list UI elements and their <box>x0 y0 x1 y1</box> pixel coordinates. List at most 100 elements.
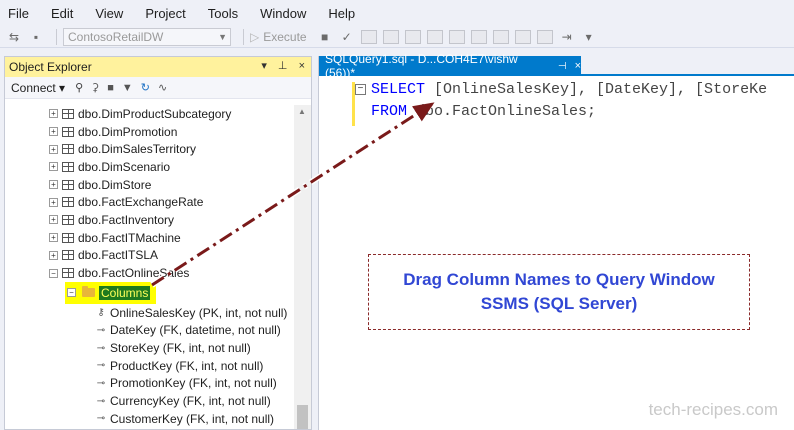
code-segment: SELECT [OnlineSalesKey], [DateKey], [Sto… <box>355 81 767 98</box>
scroll-up-icon[interactable]: ▲ <box>298 107 306 116</box>
check-icon[interactable]: ✓ <box>339 29 355 45</box>
tree-node-table[interactable]: + dbo.FactExchangeRate <box>5 193 295 211</box>
save-icon[interactable]: ▪ <box>28 29 44 45</box>
table-label: dbo.DimScenario <box>78 159 171 174</box>
tree-scrollbar[interactable]: ▲ <box>294 105 311 429</box>
table-icon <box>62 232 74 243</box>
connect-button[interactable]: Connect ▾ <box>11 81 65 95</box>
activity-monitor-icon[interactable]: ∿ <box>158 81 167 94</box>
scrollbar-thumb[interactable] <box>297 405 308 429</box>
stop-icon[interactable]: ■ <box>107 82 114 94</box>
collapse-icon[interactable]: − <box>355 83 366 95</box>
tab-sqlquery1[interactable]: SQLQuery1.sql - D...COH4E7\vishw (56))* … <box>319 52 581 80</box>
foreign-key-icon: ⊸ <box>96 413 106 425</box>
tree-node-table[interactable]: + dbo.FactInventory <box>5 211 295 229</box>
stop-icon[interactable]: ■ <box>317 29 333 45</box>
expand-icon[interactable]: + <box>49 144 58 154</box>
table-icon <box>62 214 74 225</box>
expand-icon[interactable]: + <box>49 215 58 225</box>
highlight: − Columns <box>65 281 157 304</box>
include-plan-icon[interactable] <box>426 29 443 44</box>
tree-node-table[interactable]: + dbo.FactITMachine <box>5 229 295 247</box>
query-window: SQLQuery1.sql - D...COH4E7\vishw (56))* … <box>318 52 794 430</box>
tree-node-columns-folder[interactable]: − Columns <box>5 281 295 304</box>
menu-tools[interactable]: Tools <box>208 6 238 21</box>
expand-icon[interactable]: + <box>49 127 58 137</box>
menu-file[interactable]: File <box>8 6 29 21</box>
tree-node-column[interactable]: ⚷ OnlineSalesKey (PK, int, not null) <box>5 304 295 322</box>
table-label: dbo.FactITSLA <box>78 248 159 263</box>
table-label: dbo.FactInventory <box>78 212 175 227</box>
pin-icon[interactable]: ⊥ <box>278 60 288 72</box>
tree-node-column[interactable]: ⊸ DateKey (FK, datetime, not null) <box>5 322 295 340</box>
table-icon <box>62 250 74 261</box>
connect-label: Connect <box>11 80 56 95</box>
menu-view[interactable]: View <box>95 6 123 21</box>
expand-icon[interactable]: + <box>49 197 58 207</box>
tree-node-column[interactable]: ⊸ CustomerKey (FK, int, not null) <box>5 410 295 428</box>
tree-node-column[interactable]: ⊸ CurrencyKey (FK, int, not null) <box>5 392 295 410</box>
column-label: StoreKey (FK, int, not null) <box>110 341 251 356</box>
column-label: PromotionKey (FK, int, not null) <box>110 376 277 391</box>
execute-button[interactable]: ▷ Execute <box>250 30 307 44</box>
menu-window[interactable]: Window <box>260 6 306 21</box>
menu-project[interactable]: Project <box>145 6 185 21</box>
table-icon <box>62 179 74 190</box>
collapse-icon[interactable]: − <box>49 268 58 278</box>
pin-icon[interactable]: ⊣ <box>558 61 567 72</box>
database-select[interactable]: ContosoRetailDW ▼ <box>63 27 231 46</box>
filter-icon[interactable]: ▼ <box>122 82 133 94</box>
connect-db-icon[interactable]: ⇆ <box>6 29 22 45</box>
toolbar-overflow-icon[interactable]: ▾ <box>581 29 597 45</box>
results-text-icon[interactable] <box>470 29 487 44</box>
results-file-icon[interactable] <box>492 29 509 44</box>
table-icon <box>62 268 74 279</box>
expand-icon[interactable]: + <box>49 162 58 172</box>
refresh-icon[interactable]: ↻ <box>141 81 150 94</box>
tree-node-table[interactable]: + dbo.DimProductSubcategory <box>5 105 295 123</box>
tree-node-table[interactable]: − dbo.FactOnlineSales <box>5 264 295 282</box>
watermark: tech-recipes.com <box>648 400 778 419</box>
connect-icon[interactable]: ⚲ <box>75 81 83 94</box>
tree-node-table[interactable]: + dbo.DimScenario <box>5 158 295 176</box>
folder-icon <box>82 286 95 298</box>
foreign-key-icon: ⊸ <box>96 324 106 336</box>
column-label: ProductKey (FK, int, not null) <box>110 358 264 373</box>
table-label: dbo.FactITMachine <box>78 230 181 245</box>
tree-node-column[interactable]: ⊸ ProductKey (FK, int, not null) <box>5 357 295 375</box>
callout-line-1: Drag Column Names to Query Window <box>403 270 715 289</box>
expand-icon[interactable]: + <box>49 233 58 243</box>
table-label: dbo.FactOnlineSales <box>78 266 190 281</box>
tree-node-table[interactable]: + dbo.FactITSLA <box>5 247 295 265</box>
specify-values-icon[interactable]: ⇥ <box>559 29 575 45</box>
foreign-key-icon: ⊸ <box>96 360 106 372</box>
display-plan-icon[interactable] <box>360 29 377 44</box>
dropdown-icon[interactable]: ▾ <box>261 60 267 72</box>
intellisense-icon[interactable] <box>404 29 421 44</box>
tree-node-column[interactable]: ⊸ StoreKey (FK, int, not null) <box>5 339 295 357</box>
comment-icon[interactable] <box>514 29 531 44</box>
tree-node-table[interactable]: + dbo.DimStore <box>5 176 295 194</box>
expand-icon[interactable]: + <box>49 180 58 190</box>
object-explorer-toolbar: Connect ▾ ⚲ ⚳ ■ ▼ ↻ ∿ <box>5 77 311 99</box>
foreign-key-icon: ⊸ <box>96 377 106 389</box>
foreign-key-icon: ⊸ <box>96 342 106 354</box>
tree-node-table[interactable]: + dbo.DimSalesTerritory <box>5 140 295 158</box>
disconnect-icon[interactable]: ⚳ <box>91 81 99 94</box>
column-label: CustomerKey (FK, int, not null) <box>110 411 275 426</box>
table-label: dbo.DimStore <box>78 177 152 192</box>
results-grid-icon[interactable] <box>448 29 465 44</box>
menu-help[interactable]: Help <box>328 6 355 21</box>
tree-node-column[interactable]: ⊸ PromotionKey (FK, int, not null) <box>5 375 295 393</box>
sql-editor[interactable]: − SELECT [OnlineSalesKey], [DateKey], [S… <box>319 78 794 138</box>
annotation-callout: Drag Column Names to Query Window SSMS (… <box>368 254 750 330</box>
expand-icon[interactable]: + <box>49 109 58 119</box>
menu-edit[interactable]: Edit <box>51 6 73 21</box>
close-icon[interactable]: × <box>299 60 305 72</box>
expand-icon[interactable]: + <box>49 250 58 260</box>
query-options-icon[interactable] <box>382 29 399 44</box>
indent-icon[interactable] <box>536 29 553 44</box>
tree-node-table[interactable]: + dbo.DimPromotion <box>5 123 295 141</box>
collapse-icon[interactable]: − <box>67 288 76 298</box>
tree-node-column[interactable]: ⊸SalesOrderNumber (nvarchar(20), ...) <box>5 428 295 429</box>
